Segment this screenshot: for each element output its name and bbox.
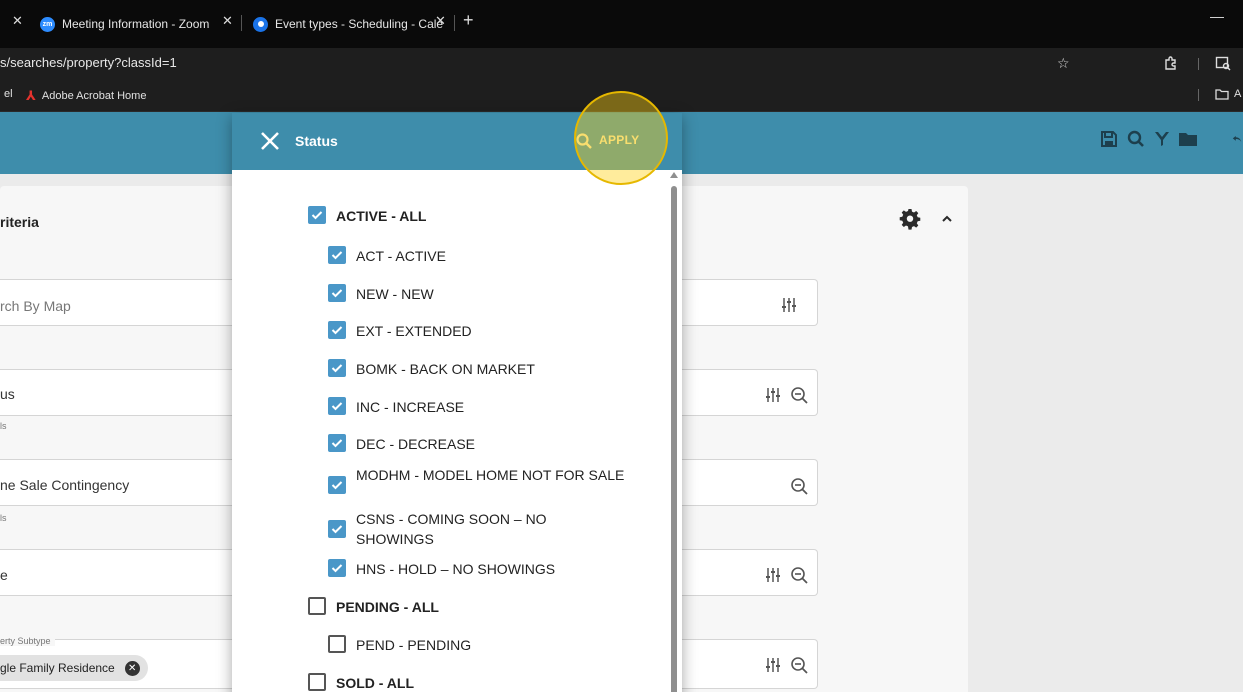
tab-label: Event types - Scheduling - Cale xyxy=(275,17,444,31)
option-label: BOMK - BACK ON MARKET xyxy=(356,361,535,377)
checkbox-checked[interactable] xyxy=(328,359,346,377)
toolbar-divider xyxy=(1198,89,1199,101)
save-icon[interactable] xyxy=(1098,128,1120,150)
checkbox-checked[interactable] xyxy=(328,321,346,339)
search-icon[interactable] xyxy=(1125,128,1147,150)
status-option-act[interactable]: ACT - ACTIVE xyxy=(328,246,446,266)
close-tab-icon[interactable]: ✕ xyxy=(222,13,233,29)
checkbox-checked[interactable] xyxy=(328,397,346,415)
option-label: CSNS - COMING SOON – NO SHOWINGS xyxy=(356,511,547,547)
close-tab-icon[interactable]: ✕ xyxy=(12,13,23,29)
status-option-csns[interactable]: CSNS - COMING SOON – NO SHOWINGS xyxy=(328,509,626,549)
reading-mode-icon[interactable] xyxy=(1215,55,1231,74)
tab-label: Meeting Information - Zoom xyxy=(62,17,210,31)
zoom-out-icon[interactable] xyxy=(789,385,809,405)
address-bar[interactable]: s/searches/property?classId=1 ☆ xyxy=(0,48,1243,118)
status-option-sold-all[interactable]: SOLD - ALL xyxy=(308,673,414,692)
checkbox-unchecked[interactable] xyxy=(308,597,326,615)
status-option-active-all[interactable]: ACTIVE - ALL xyxy=(308,206,426,226)
option-label: SOLD - ALL xyxy=(336,675,415,691)
zoom-out-icon[interactable] xyxy=(789,655,809,675)
zoom-out-icon[interactable] xyxy=(789,476,809,496)
checkbox-checked[interactable] xyxy=(328,476,346,494)
option-label: ACT - ACTIVE xyxy=(356,248,446,264)
settings-gear-icon[interactable] xyxy=(899,208,921,235)
bookmark-label: Adobe Acrobat Home xyxy=(41,90,147,102)
field-sublabel: ls xyxy=(0,421,7,431)
checkbox-checked[interactable] xyxy=(308,206,326,224)
checkbox-checked[interactable] xyxy=(328,520,346,538)
checkbox-unchecked[interactable] xyxy=(308,673,326,691)
checkbox-checked[interactable] xyxy=(328,559,346,577)
toolbar-divider xyxy=(1198,58,1199,70)
field-label: e xyxy=(0,567,8,583)
tab-separator xyxy=(454,15,455,31)
acrobat-icon: ⅄ xyxy=(26,88,36,103)
new-tab-icon[interactable]: + xyxy=(463,10,474,31)
calendly-favicon-icon xyxy=(253,16,268,32)
filter-sliders-icon[interactable] xyxy=(780,296,800,316)
close-tab-icon[interactable]: ✕ xyxy=(435,13,446,29)
zoom-favicon-icon: zm xyxy=(40,16,55,32)
field-sublabel: ls xyxy=(0,513,7,523)
folder-icon[interactable] xyxy=(1177,128,1199,150)
option-label: PEND - PENDING xyxy=(356,637,472,653)
option-label: PENDING - ALL xyxy=(336,599,439,615)
selected-subtype-chip: gle Family Residence ✕ xyxy=(0,655,148,681)
option-label: NEW - NEW xyxy=(356,286,434,302)
zoom-out-icon[interactable] xyxy=(789,565,809,585)
checkbox-unchecked[interactable] xyxy=(328,635,346,653)
option-label: MODHM - MODEL HOME NOT FOR SALE xyxy=(356,467,625,483)
dialog-title: Status xyxy=(295,133,338,149)
status-option-ext[interactable]: EXT - EXTENDED xyxy=(328,321,472,341)
option-label: ACTIVE - ALL xyxy=(336,208,427,224)
status-option-pend[interactable]: PEND - PENDING xyxy=(328,635,471,655)
address-url[interactable]: s/searches/property?classId=1 xyxy=(0,55,177,70)
field-label: ne Sale Contingency xyxy=(0,477,130,493)
field-label: rch By Map xyxy=(0,298,71,314)
close-icon[interactable] xyxy=(259,130,281,152)
option-label: EXT - EXTENDED xyxy=(356,323,472,339)
option-label: DEC - DECREASE xyxy=(356,436,476,452)
checkbox-checked[interactable] xyxy=(328,284,346,302)
collapse-chevron-icon[interactable] xyxy=(940,212,954,231)
bookmark-item[interactable]: el xyxy=(4,88,13,100)
bookmark-star-icon[interactable]: ☆ xyxy=(1057,55,1070,72)
undo-icon[interactable] xyxy=(1231,128,1243,150)
option-label: HNS - HOLD – NO SHOWINGS xyxy=(356,561,556,577)
checkbox-checked[interactable] xyxy=(328,246,346,264)
extensions-puzzle-icon[interactable] xyxy=(1163,55,1179,74)
status-option-pending-all[interactable]: PENDING - ALL xyxy=(308,597,439,617)
field-label: us xyxy=(0,386,15,402)
bookmark-adobe-acrobat[interactable]: ⅄ Adobe Acrobat Home xyxy=(26,88,146,104)
dialog-scrollbar-thumb[interactable] xyxy=(671,186,677,692)
folder-icon xyxy=(1215,89,1229,100)
remove-chip-icon[interactable]: ✕ xyxy=(124,660,140,676)
tab-separator xyxy=(241,15,242,31)
field-floating-label: erty Subtype xyxy=(0,636,55,646)
bookmark-folder[interactable]: A xyxy=(1215,88,1241,100)
status-option-modhm[interactable]: MODHM - MODEL HOME NOT FOR SALE xyxy=(328,465,626,494)
click-highlight-ring xyxy=(574,91,668,185)
status-option-inc[interactable]: INC - INCREASE xyxy=(328,397,464,417)
checkbox-checked[interactable] xyxy=(328,434,346,452)
tab-zoom-meeting[interactable]: zm Meeting Information - Zoom xyxy=(40,12,209,36)
criteria-title: riteria xyxy=(0,214,39,230)
filter-icon[interactable] xyxy=(1151,128,1173,150)
status-option-new[interactable]: NEW - NEW xyxy=(328,284,434,304)
filter-sliders-icon[interactable] xyxy=(764,656,784,676)
filter-sliders-icon[interactable] xyxy=(764,386,784,406)
bookmark-folder-label: A xyxy=(1234,88,1242,100)
minimize-window-icon[interactable]: — xyxy=(1210,8,1224,24)
status-option-hns[interactable]: HNS - HOLD – NO SHOWINGS xyxy=(328,559,555,579)
option-label: INC - INCREASE xyxy=(356,399,465,415)
status-option-dec[interactable]: DEC - DECREASE xyxy=(328,434,475,454)
scroll-up-arrow-icon[interactable] xyxy=(670,172,678,178)
browser-tab-bar: ✕ zm Meeting Information - Zoom ✕ Event … xyxy=(0,0,1243,48)
tab-calendly-event-types[interactable]: Event types - Scheduling - Cale xyxy=(253,12,443,36)
filter-sliders-icon[interactable] xyxy=(764,566,784,586)
status-option-bomk[interactable]: BOMK - BACK ON MARKET xyxy=(328,359,535,379)
chip-label: gle Family Residence xyxy=(0,661,115,675)
